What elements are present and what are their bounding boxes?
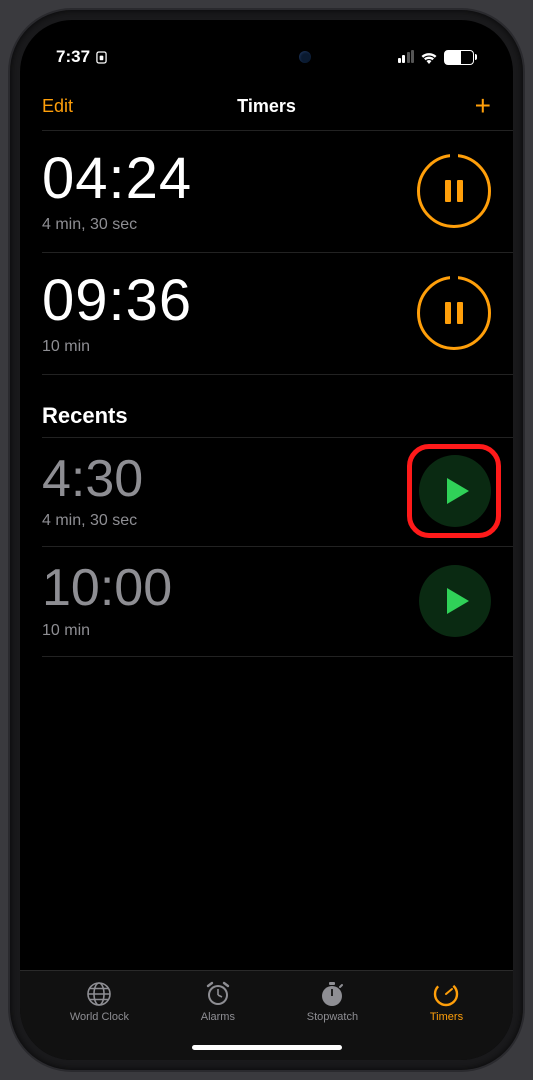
timer-text: 4:30 4 min, 30 sec [42,452,143,531]
tab-label: Stopwatch [307,1011,358,1023]
add-timer-button[interactable]: + [475,92,491,120]
timer-text: 10:00 10 min [42,561,172,640]
recent-timer-row[interactable]: 4:30 4 min, 30 sec [20,438,513,547]
tab-label: Timers [430,1011,463,1023]
active-timer-row[interactable]: 04:24 4 min, 30 sec [20,131,513,252]
pause-icon [445,302,463,324]
phone-frame: 7:37 58 Edit Timers + 04:24 [10,10,523,1070]
timer-icon [432,981,460,1007]
recents-header: Recents [20,375,513,437]
edit-button[interactable]: Edit [42,96,73,117]
dynamic-island [197,38,337,76]
tab-label: World Clock [70,1011,129,1023]
timer-text: 09:36 10 min [42,271,192,356]
pause-button[interactable] [417,154,491,228]
recent-timer-row[interactable]: 10:00 10 min [20,547,513,656]
pause-button[interactable] [417,276,491,350]
battery-icon: 58 [444,50,477,65]
recent-label: 4 min, 30 sec [42,512,143,530]
content-area: 04:24 4 min, 30 sec 09:36 10 min [20,130,513,970]
globe-icon [85,981,113,1007]
start-button[interactable] [419,565,491,637]
status-time: 7:37 [56,47,107,67]
home-indicator[interactable] [192,1045,342,1050]
active-timer-row[interactable]: 09:36 10 min [20,253,513,374]
annotation-highlight [407,444,501,538]
recent-duration: 10:00 [42,561,172,616]
timer-remaining: 04:24 [42,149,192,210]
tab-timers[interactable]: Timers [430,981,463,1023]
divider [42,656,513,657]
timer-remaining: 09:36 [42,271,192,332]
tab-world-clock[interactable]: World Clock [70,981,129,1023]
alarm-icon [204,981,232,1007]
timer-label: 4 min, 30 sec [42,216,192,234]
status-right: 58 [398,50,478,65]
play-icon [447,588,469,614]
cellular-signal-icon [398,51,415,63]
wifi-icon [420,51,438,64]
tab-label: Alarms [201,1011,235,1023]
status-time-text: 7:37 [56,47,90,67]
phone-screen: 7:37 58 Edit Timers + 04:24 [20,20,513,1060]
battery-level: 58 [453,52,464,63]
recent-duration: 4:30 [42,452,143,507]
timer-label: 10 min [42,338,192,356]
page-title: Timers [237,96,296,117]
tab-stopwatch[interactable]: Stopwatch [307,981,358,1023]
orientation-lock-icon [96,51,107,64]
nav-bar: Edit Timers + [20,80,513,130]
stopwatch-icon [318,981,346,1007]
timer-text: 04:24 4 min, 30 sec [42,149,192,234]
tab-alarms[interactable]: Alarms [201,981,235,1023]
pause-icon [445,180,463,202]
recent-label: 10 min [42,622,172,640]
